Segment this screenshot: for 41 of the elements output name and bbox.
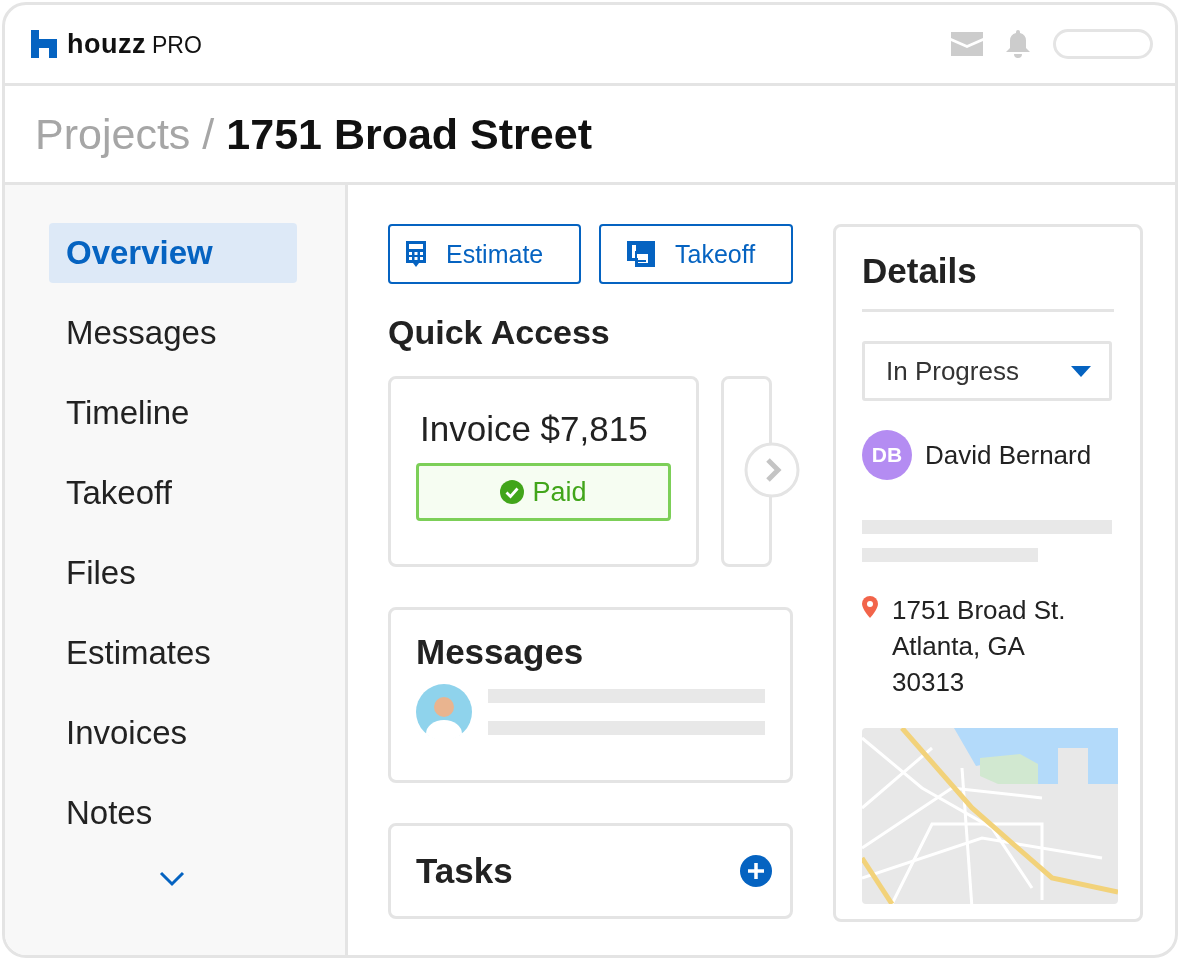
takeoff-icon (627, 241, 655, 267)
sidebar-item[interactable]: Overview (49, 223, 297, 283)
action-button[interactable]: Estimate (388, 224, 581, 284)
search-field[interactable] (1053, 29, 1153, 59)
chevron-down-icon[interactable] (159, 871, 185, 887)
tasks-card[interactable]: Tasks (388, 823, 793, 919)
card-title: Tasks (416, 851, 513, 891)
address-line: Atlanta, GA (892, 630, 1026, 663)
details-title: Details (862, 251, 1114, 312)
section-heading: Quick Access (388, 312, 611, 352)
address-line: 1751 Broad St. (892, 594, 1066, 627)
mail-icon[interactable] (951, 32, 983, 56)
messages-card[interactable]: Messages (388, 607, 793, 783)
action-button[interactable]: Takeoff (599, 224, 793, 284)
add-icon[interactable] (740, 855, 772, 887)
calculator-icon (406, 241, 426, 267)
sidebar-item[interactable]: Messages (49, 303, 297, 363)
page-title: 1751 Broad Street (226, 109, 592, 159)
location-pin-icon (862, 596, 878, 618)
caret-icon (1071, 365, 1091, 377)
card-title: Messages (416, 632, 585, 672)
address-line: 30313 (892, 666, 966, 699)
logo-suffix: PRO (152, 31, 202, 58)
breadcrumb-separator: / (202, 109, 215, 159)
invoice-card[interactable]: Invoice $7,815 Paid (388, 376, 699, 567)
invoice-title: Invoice $7,815 (420, 409, 649, 449)
logo-text: houzz (67, 28, 146, 59)
sidebar-item[interactable]: Invoices (49, 703, 297, 763)
avatar-icon (416, 684, 472, 740)
sidebar-item[interactable]: Notes (49, 783, 297, 843)
avatar: DB (862, 430, 912, 480)
sidebar-item[interactable]: Files (49, 543, 297, 603)
check-circle-icon (500, 480, 525, 504)
logo-icon (31, 30, 57, 58)
chevron-right-button[interactable] (744, 442, 800, 498)
status-badge: Paid (416, 463, 671, 521)
status-dropdown[interactable]: In Progress (862, 341, 1112, 401)
sidebar-item[interactable]: Takeoff (49, 463, 297, 523)
sidebar-item[interactable]: Estimates (49, 623, 297, 683)
sidebar-item[interactable]: Timeline (49, 383, 297, 443)
person-name: David Bernard (925, 439, 1092, 471)
